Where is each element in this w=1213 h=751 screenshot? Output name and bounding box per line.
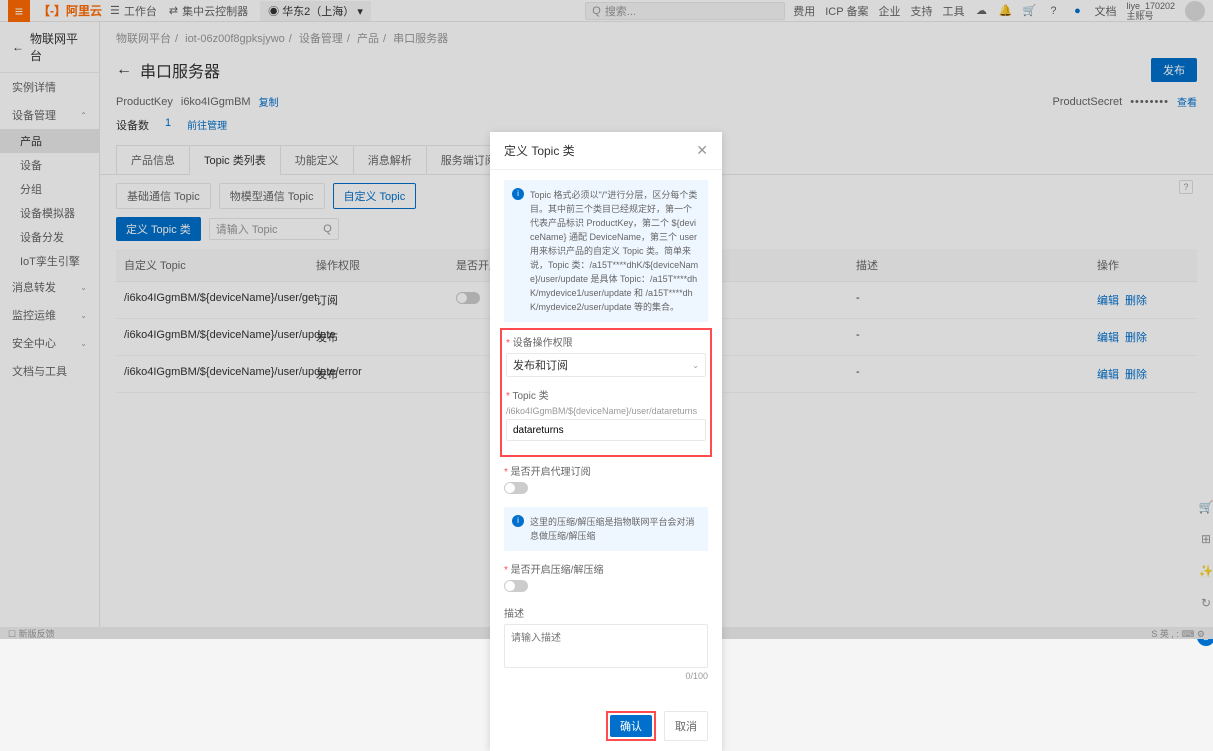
proxy-label: 是否开启代理订阅 bbox=[504, 463, 708, 478]
cancel-button[interactable]: 取消 bbox=[664, 711, 708, 741]
perm-select[interactable]: 发布和订阅 ⌄ bbox=[506, 353, 706, 377]
chevron-down-icon: ⌄ bbox=[692, 361, 699, 370]
char-count: 0/100 bbox=[504, 671, 708, 681]
define-topic-modal: 定义 Topic 类 ✕ i Topic 格式必须以"/"进行分层，区分每个类目… bbox=[490, 132, 722, 751]
topic-input[interactable] bbox=[506, 419, 706, 441]
zip-toggle[interactable] bbox=[504, 580, 528, 592]
topic-label: Topic 类 bbox=[506, 387, 706, 402]
perm-label: 设备操作权限 bbox=[506, 334, 706, 349]
info-icon: i bbox=[512, 515, 524, 527]
desc-label: 描述 bbox=[504, 605, 708, 620]
close-icon[interactable]: ✕ bbox=[696, 142, 708, 159]
desc-textarea[interactable] bbox=[504, 624, 708, 668]
zip-label: 是否开启压缩/解压缩 bbox=[504, 561, 708, 576]
proxy-toggle[interactable] bbox=[504, 482, 528, 494]
info-icon: i bbox=[512, 188, 524, 200]
topic-prefix: /i6ko4IGgmBM/${deviceName}/user/dataretu… bbox=[506, 406, 706, 416]
modal-title: 定义 Topic 类 bbox=[504, 142, 575, 159]
zip-info-box: i 这里的压缩/解压缩是指物联网平台会对消息做压缩/解压缩 bbox=[504, 507, 708, 551]
confirm-button[interactable]: 确认 bbox=[610, 715, 652, 737]
info-box: i Topic 格式必须以"/"进行分层，区分每个类目。其中前三个类目已经规定好… bbox=[504, 180, 708, 322]
